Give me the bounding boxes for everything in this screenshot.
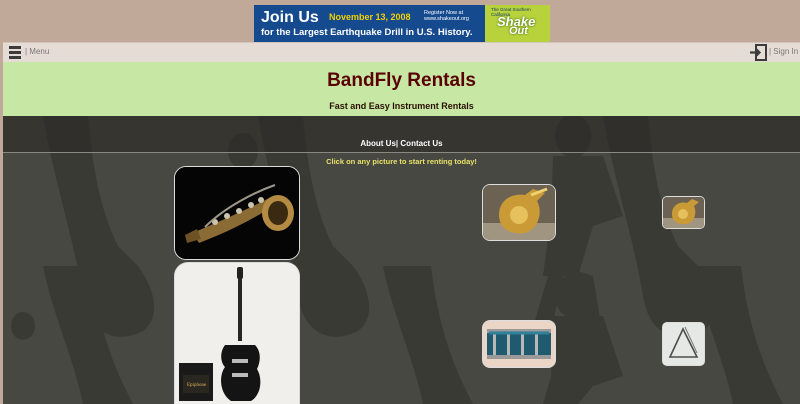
hero-header: BandFly Rentals Fast and Easy Instrument… — [3, 62, 800, 116]
sign-in-icon[interactable] — [749, 44, 767, 61]
banner-main: Join Us November 13, 2008 Register Now a… — [254, 5, 485, 42]
nav-bar: About Us| Contact Us — [3, 116, 800, 153]
nav-about-us[interactable]: About Us — [360, 139, 396, 148]
saxophone-image — [175, 167, 299, 259]
saxophone-photo[interactable] — [174, 166, 300, 260]
tuba-photo[interactable] — [482, 184, 556, 241]
snare-drum-image — [483, 321, 555, 367]
snare-drum-photo[interactable] — [482, 320, 556, 368]
electric-guitar-photo[interactable]: Epiphone — [174, 262, 300, 404]
banner-logo: The Great Southern California Shake Out — [485, 5, 550, 42]
nav-contact-us[interactable]: Contact Us — [400, 139, 442, 148]
banner-headline: Join Us — [261, 9, 319, 26]
banner-subline: for the Largest Earthquake Drill in U.S.… — [261, 27, 473, 38]
menu-icon[interactable] — [9, 46, 21, 59]
triangle-image — [663, 323, 704, 365]
nav-links: About Us| Contact Us — [3, 139, 800, 148]
cta-text: Click on any picture to start renting to… — [326, 157, 477, 166]
menu-label[interactable]: | Menu — [25, 47, 49, 56]
top-bar: | Menu | Sign In — [3, 42, 800, 63]
triangle-photo[interactable] — [662, 322, 705, 366]
site-tagline: Fast and Easy Instrument Rentals — [329, 101, 474, 111]
banner-register: Register Now at www.shakeout.org — [424, 10, 469, 22]
banner-date: November 13, 2008 — [329, 12, 411, 22]
tuba-small-image — [663, 197, 704, 228]
tuba-small-photo[interactable] — [662, 196, 705, 229]
site-title: BandFly Rentals — [327, 70, 476, 91]
shakeout-ad-banner[interactable]: Join Us November 13, 2008 Register Now a… — [254, 5, 550, 42]
sign-in-label[interactable]: | Sign In — [769, 47, 798, 56]
nav-separator: | — [395, 139, 399, 148]
tuba-image — [483, 185, 555, 240]
electric-guitar-image: Epiphone — [175, 263, 299, 404]
banner-logo-bottom: Out — [509, 25, 528, 37]
svg-text:Epiphone: Epiphone — [187, 383, 207, 388]
main-content: About Us| Contact Us Click on any pictur… — [3, 116, 800, 404]
